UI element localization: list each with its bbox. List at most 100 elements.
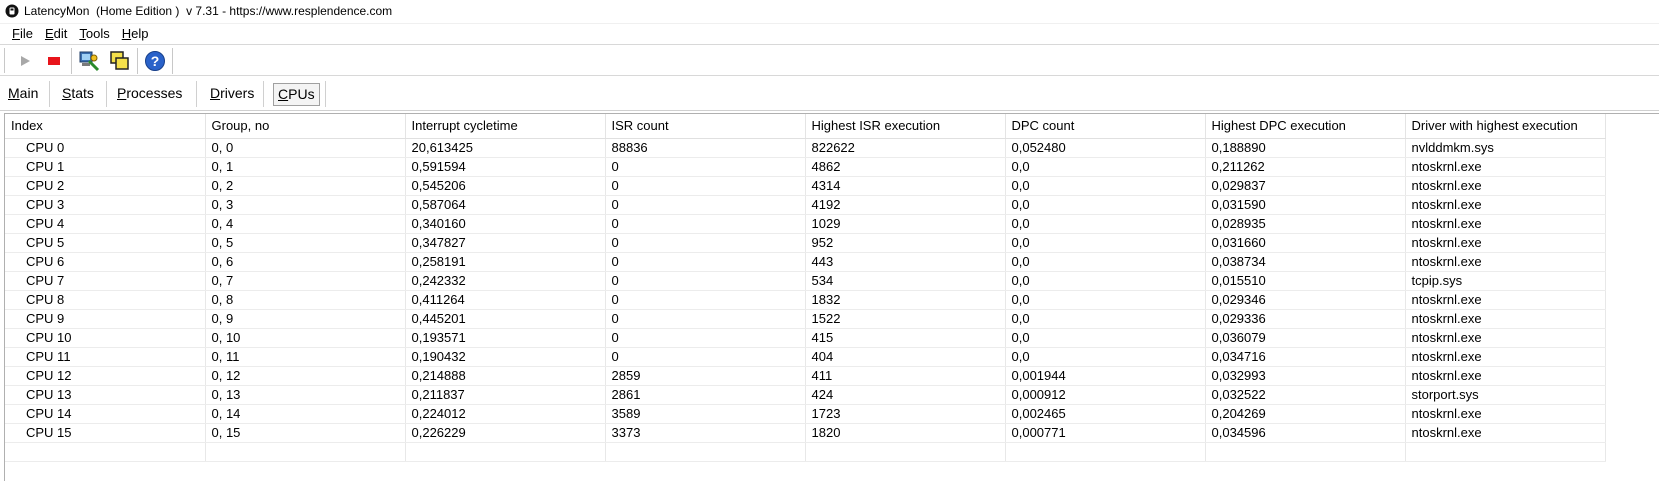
- cell-group-no: 0, 12: [205, 366, 406, 386]
- help-button[interactable]: ?: [142, 48, 168, 74]
- cell-driver: ntoskrnl.exe: [1405, 366, 1606, 386]
- cell-highest-isr-execution: 1029: [805, 214, 1006, 234]
- table-row[interactable]: CPU 11 0, 11 0,190432 0 404 0,0 0,034716 ntoskr…: [5, 347, 1606, 367]
- column-header-index[interactable]: Index: [5, 114, 206, 139]
- cell-highest-isr-execution: 4192: [805, 195, 1006, 215]
- cell-highest-dpc-execution: 0,031590: [1205, 195, 1406, 215]
- cell-isr-count: 0: [605, 290, 806, 310]
- column-header-highest-dpc-execution[interactable]: Highest DPC execution: [1205, 114, 1406, 139]
- cell-driver: storport.sys: [1405, 385, 1606, 405]
- table-header-row: Index Group, no Interrupt cycletime ISR …: [5, 114, 1606, 139]
- cell-highest-isr-execution: 424: [805, 385, 1006, 405]
- system-monitor-icon: [79, 51, 100, 72]
- tab-separator: [49, 81, 50, 107]
- cell-interrupt-cycletime: 0,214888: [405, 366, 606, 386]
- windows-button[interactable]: [107, 48, 133, 74]
- table-row[interactable]: CPU 1 0, 1 0,591594 0 4862 0,0 0,211262 ntoskrn…: [5, 157, 1606, 177]
- cell-interrupt-cycletime: 0,226229: [405, 423, 606, 443]
- empty-cell: [1405, 442, 1606, 462]
- latencymon-app-icon: [5, 4, 19, 18]
- table-row[interactable]: CPU 5 0, 5 0,347827 0 952 0,0 0,031660 ntoskrnl…: [5, 233, 1606, 253]
- cell-highest-isr-execution: 4862: [805, 157, 1006, 177]
- tab-processes[interactable]: Processes: [113, 83, 186, 106]
- menu-bar: File Edit Tools Help: [0, 23, 1659, 43]
- cell-driver: ntoskrnl.exe: [1405, 309, 1606, 329]
- tab-drivers[interactable]: Drivers: [206, 83, 258, 106]
- start-button[interactable]: [12, 48, 38, 74]
- cell-dpc-count: 0,000771: [1005, 423, 1206, 443]
- cell-highest-isr-execution: 415: [805, 328, 1006, 348]
- cell-group-no: 0, 0: [205, 138, 406, 158]
- tab-main-label: ain: [19, 85, 39, 101]
- column-header-driver-with-highest-execution[interactable]: Driver with highest execution: [1405, 114, 1606, 139]
- column-header-dpc-count[interactable]: DPC count: [1005, 114, 1206, 139]
- cell-driver: ntoskrnl.exe: [1405, 404, 1606, 424]
- table-row[interactable]: CPU 10 0, 10 0,193571 0 415 0,0 0,036079 ntoskr…: [5, 328, 1606, 348]
- column-header-group-no[interactable]: Group, no: [205, 114, 406, 139]
- table-row[interactable]: CPU 2 0, 2 0,545206 0 4314 0,0 0,029837 ntoskrn…: [5, 176, 1606, 196]
- cell-index: CPU 13: [5, 385, 206, 405]
- table-row[interactable]: CPU 13 0, 13 0,211837 2861 424 0,000912 0,0325…: [5, 385, 1606, 405]
- cell-index: CPU 7: [5, 271, 206, 291]
- cell-group-no: 0, 5: [205, 233, 406, 253]
- table-row[interactable]: CPU 0 0, 0 20,613425 88836 822622 0,052480 0,1…: [5, 138, 1606, 158]
- cell-driver: ntoskrnl.exe: [1405, 157, 1606, 177]
- toolbar-grip[interactable]: [4, 48, 6, 73]
- table-row[interactable]: CPU 7 0, 7 0,242332 0 534 0,0 0,015510 tcpip.sy…: [5, 271, 1606, 291]
- table-body: CPU 0 0, 0 20,613425 88836 822622 0,052480 0,1…: [5, 138, 1606, 462]
- menu-tools[interactable]: Tools: [73, 24, 115, 44]
- cpu-table[interactable]: Index Group, no Interrupt cycletime ISR …: [4, 113, 1659, 481]
- cell-isr-count: 2859: [605, 366, 806, 386]
- cell-highest-isr-execution: 822622: [805, 138, 1006, 158]
- system-monitor-button[interactable]: [76, 48, 102, 74]
- table-row[interactable]: CPU 12 0, 12 0,214888 2859 411 0,001944 0,0329…: [5, 366, 1606, 386]
- menu-edit-accesskey: E: [44, 25, 54, 41]
- cell-dpc-count: 0,0: [1005, 252, 1206, 272]
- column-header-interrupt-cycletime[interactable]: Interrupt cycletime: [405, 114, 606, 139]
- menu-file[interactable]: File: [0, 24, 39, 44]
- svg-text:?: ?: [151, 53, 160, 69]
- cell-driver: ntoskrnl.exe: [1405, 176, 1606, 196]
- tab-cpus[interactable]: CPUs: [273, 83, 320, 106]
- cell-index: CPU 10: [5, 328, 206, 348]
- table-row[interactable]: CPU 3 0, 3 0,587064 0 4192 0,0 0,031590 ntoskrn…: [5, 195, 1606, 215]
- cell-isr-count: 88836: [605, 138, 806, 158]
- cell-isr-count: 2861: [605, 385, 806, 405]
- cell-dpc-count: 0,0: [1005, 347, 1206, 367]
- tab-stats-label: tats: [71, 85, 94, 101]
- cell-interrupt-cycletime: 20,613425: [405, 138, 606, 158]
- cell-isr-count: 0: [605, 214, 806, 234]
- cell-highest-dpc-execution: 0,038734: [1205, 252, 1406, 272]
- cell-highest-isr-execution: 1832: [805, 290, 1006, 310]
- cell-highest-dpc-execution: 0,028935: [1205, 214, 1406, 234]
- table-row[interactable]: CPU 9 0, 9 0,445201 0 1522 0,0 0,029336 ntoskrn…: [5, 309, 1606, 329]
- table-row[interactable]: CPU 14 0, 14 0,224012 3589 1723 0,002465 0,204…: [5, 404, 1606, 424]
- tab-stats[interactable]: Stats: [58, 83, 98, 106]
- cell-group-no: 0, 9: [205, 309, 406, 329]
- cell-index: CPU 14: [5, 404, 206, 424]
- table-row[interactable]: CPU 15 0, 15 0,226229 3373 1820 0,000771 0,034…: [5, 423, 1606, 443]
- cell-highest-isr-execution: 1522: [805, 309, 1006, 329]
- cell-driver: ntoskrnl.exe: [1405, 252, 1606, 272]
- stop-button[interactable]: [41, 48, 67, 74]
- cell-interrupt-cycletime: 0,347827: [405, 233, 606, 253]
- tab-main[interactable]: Main: [4, 83, 42, 106]
- column-header-isr-count[interactable]: ISR count: [605, 114, 806, 139]
- table-row[interactable]: CPU 4 0, 4 0,340160 0 1029 0,0 0,028935 ntoskrn…: [5, 214, 1606, 234]
- cell-interrupt-cycletime: 0,190432: [405, 347, 606, 367]
- table-row[interactable]: CPU 6 0, 6 0,258191 0 443 0,0 0,038734 ntoskrnl…: [5, 252, 1606, 272]
- tab-cpus-label: PUs: [288, 86, 315, 102]
- cell-isr-count: 0: [605, 309, 806, 329]
- menu-help[interactable]: Help: [116, 24, 155, 44]
- tab-drivers-accesskey: D: [210, 85, 221, 101]
- cell-highest-dpc-execution: 0,031660: [1205, 233, 1406, 253]
- cell-highest-isr-execution: 404: [805, 347, 1006, 367]
- column-header-highest-isr-execution[interactable]: Highest ISR execution: [805, 114, 1006, 139]
- cell-isr-count: 3589: [605, 404, 806, 424]
- cell-interrupt-cycletime: 0,591594: [405, 157, 606, 177]
- cell-interrupt-cycletime: 0,258191: [405, 252, 606, 272]
- tab-separator: [263, 81, 264, 107]
- menu-edit[interactable]: Edit: [39, 24, 73, 44]
- cell-group-no: 0, 11: [205, 347, 406, 367]
- table-row[interactable]: CPU 8 0, 8 0,411264 0 1832 0,0 0,029346 ntoskrn…: [5, 290, 1606, 310]
